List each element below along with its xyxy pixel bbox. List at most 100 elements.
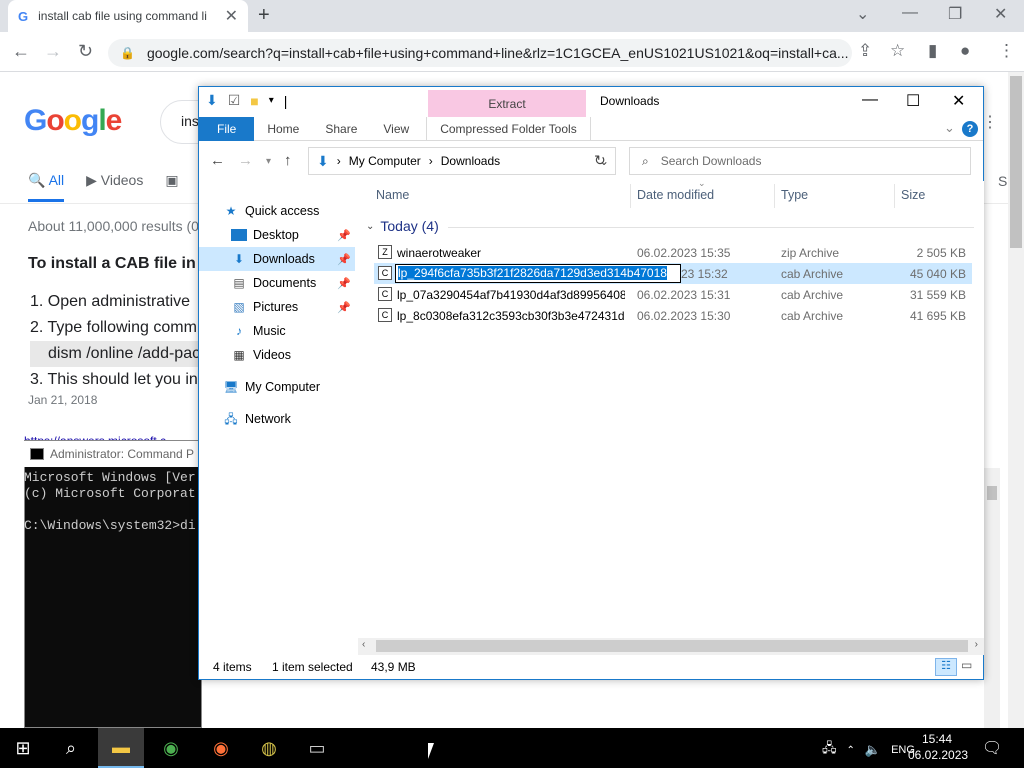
explorer-address-bar[interactable]: ⬇ › My Computer › Downloads ⌄ — [308, 147, 616, 175]
taskbar-search-icon[interactable]: ⌕ — [48, 728, 94, 768]
nav-downloads[interactable]: ⬇ Downloads 📌 — [199, 247, 355, 271]
address-bar[interactable]: 🔒 google.com/search?q=install+cab+file+u… — [108, 39, 852, 67]
explorer-back-icon[interactable]: ← — [210, 152, 225, 169]
column-separator[interactable] — [630, 184, 631, 208]
explorer-maximize-icon[interactable]: ☐ — [906, 91, 920, 111]
reload-icon[interactable]: ↻ — [78, 41, 93, 62]
restore-icon[interactable]: ❐ — [948, 4, 962, 24]
cmd-output[interactable]: Microsoft Windows [Ver (c) Microsoft Cor… — [24, 470, 202, 534]
taskbar-app-icon[interactable]: ◍ — [246, 728, 292, 768]
pin-icon[interactable]: 📌 — [337, 301, 351, 314]
breadcrumb-my-computer[interactable]: My Computer — [349, 154, 421, 168]
taskbar-chrome-icon[interactable]: ◉ — [148, 728, 194, 768]
share-icon[interactable]: ⇪ — [858, 41, 872, 61]
cmd-scroll-thumb[interactable] — [987, 486, 997, 500]
tab-close-icon[interactable]: ✕ — [225, 6, 238, 26]
column-size[interactable]: Size — [901, 188, 925, 202]
ribbon-tab-view[interactable]: View — [370, 117, 422, 141]
taskbar-firefox-icon[interactable]: ◉ — [198, 728, 244, 768]
close-window-icon[interactable]: ✕ — [994, 4, 1007, 24]
column-type[interactable]: Type — [781, 188, 808, 202]
nav-documents[interactable]: ▤ Documents 📌 — [199, 271, 355, 295]
google-logo[interactable]: Google — [24, 104, 122, 138]
column-separator[interactable] — [774, 184, 775, 208]
ribbon-expand-chevron-icon[interactable]: ⌄ — [944, 120, 955, 136]
column-name[interactable]: Name — [376, 188, 409, 202]
up-icon[interactable]: ↑ — [284, 152, 292, 169]
file-row[interactable]: C lp_07a3290454af7b41930d4af3d89956408..… — [374, 284, 972, 305]
group-header-today[interactable]: ⌄ Today (4) — [366, 218, 439, 234]
qat-dropdown-icon[interactable]: ▾ — [269, 95, 274, 106]
taskbar-file-explorer-icon[interactable]: ▬ — [98, 728, 144, 768]
ribbon-tab-home[interactable]: Home — [254, 117, 312, 141]
horizontal-scroll-thumb[interactable] — [376, 640, 968, 652]
tab-videos[interactable]: ▶ Videos — [86, 172, 143, 202]
nav-quick-access[interactable]: ★ Quick access — [199, 199, 355, 223]
download-arrow-icon[interactable]: ⬇ — [206, 92, 218, 109]
explorer-close-icon[interactable]: ✕ — [952, 91, 965, 111]
taskbar-clock[interactable]: 15:44 06.02.2023 — [908, 731, 968, 763]
file-list-vertical-scrollbar[interactable] — [974, 181, 984, 638]
file-row-selected[interactable]: C 23 15:32 cab Archive 45 040 KB lp_294f… — [374, 263, 972, 284]
google-favicon-icon: G — [18, 8, 29, 24]
cmd-titlebar[interactable]: Administrator: Command P — [24, 441, 202, 467]
properties-icon[interactable]: ☑ — [228, 92, 241, 109]
taskbar-cmd-icon[interactable]: ▭ — [294, 728, 340, 768]
google-tab-partial[interactable]: S — [998, 173, 1007, 189]
side-panel-icon[interactable]: ▮ — [928, 41, 937, 61]
downloads-folder-icon: ⬇ — [317, 152, 329, 169]
start-windows-icon[interactable]: ⊞ — [0, 728, 46, 768]
tray-chevron-icon[interactable]: ⌃ — [847, 745, 855, 756]
recent-locations-icon[interactable]: ▾ — [266, 156, 271, 167]
pin-icon[interactable]: 📌 — [337, 253, 351, 266]
extract-context-tab[interactable]: Extract — [428, 90, 586, 118]
tab-search-chevron-icon[interactable]: ⌄ — [856, 4, 869, 24]
minimize-icon[interactable]: — — [902, 4, 918, 22]
file-row[interactable]: Z winaerotweaker 06.02.2023 15:35 zip Ar… — [374, 242, 972, 263]
pin-icon[interactable]: 📌 — [337, 277, 351, 290]
refresh-icon[interactable]: ↻ — [594, 152, 606, 169]
browser-tab[interactable]: G install cab file using command li ✕ — [8, 0, 248, 32]
breadcrumb-downloads[interactable]: Downloads — [441, 154, 500, 168]
images-icon[interactable]: ▣ — [165, 172, 178, 202]
column-date-modified[interactable]: Date modified — [637, 188, 714, 202]
ribbon-tab-share[interactable]: Share — [312, 117, 370, 141]
explorer-search-input[interactable]: ⌕ Search Downloads — [629, 147, 971, 175]
file-row[interactable]: C lp_8c0308efa312c3593cb30f3b3e472431d..… — [374, 305, 972, 326]
column-separator[interactable] — [894, 184, 895, 208]
explorer-minimize-icon[interactable]: — — [862, 91, 878, 109]
large-icons-view-icon[interactable]: ▭ — [961, 658, 972, 672]
notifications-icon[interactable]: 🗨 — [982, 738, 1002, 758]
browser-menu-kebab-icon[interactable]: ⋮ — [982, 112, 998, 132]
explorer-forward-icon[interactable]: → — [238, 152, 253, 169]
ribbon-tab-compressed-folder-tools[interactable]: Compressed Folder Tools — [426, 116, 591, 141]
nav-music[interactable]: ♪ Music — [199, 319, 355, 343]
profile-avatar-icon[interactable]: ● — [960, 41, 970, 61]
cmd-scrollbar[interactable] — [984, 468, 1000, 728]
ribbon-tab-file[interactable]: File — [199, 116, 255, 141]
new-tab-button[interactable]: + — [258, 4, 270, 27]
nav-pictures[interactable]: ▧ Pictures 📌 — [199, 295, 355, 319]
bookmark-star-icon[interactable]: ☆ — [890, 41, 905, 61]
menu-kebab-icon[interactable]: ⋮ — [998, 41, 1015, 61]
forward-icon[interactable]: → — [44, 41, 62, 62]
rename-input[interactable]: lp_294f6cfa735b3f21f2826da7129d3ed314b47… — [395, 264, 681, 283]
details-view-icon[interactable]: ☷ — [935, 658, 957, 676]
back-icon[interactable]: ← — [12, 41, 30, 62]
scroll-left-icon[interactable]: ‹ — [362, 639, 365, 650]
help-icon[interactable]: ? — [962, 121, 978, 137]
network-tray-icon[interactable]: 🖧 — [822, 739, 837, 761]
file-size: 41 695 KB — [909, 309, 966, 323]
volume-icon[interactable]: 🔈 — [865, 742, 881, 758]
scroll-right-icon[interactable]: › — [975, 639, 978, 650]
nav-my-computer[interactable]: 🖥 My Computer — [199, 375, 355, 399]
nav-desktop[interactable]: Desktop 📌 — [199, 223, 355, 247]
nav-network[interactable]: 🖧 Network — [199, 407, 355, 431]
pin-icon[interactable]: 📌 — [337, 229, 351, 242]
page-scrollbar-thumb[interactable] — [1010, 76, 1022, 248]
nav-videos[interactable]: ▦ Videos — [199, 343, 355, 367]
new-folder-icon[interactable]: ■ — [250, 93, 258, 109]
collapse-chevron-icon[interactable]: ⌄ — [366, 221, 374, 232]
tab-all[interactable]: 🔍 All — [28, 172, 65, 202]
star-icon: ★ — [225, 204, 237, 218]
